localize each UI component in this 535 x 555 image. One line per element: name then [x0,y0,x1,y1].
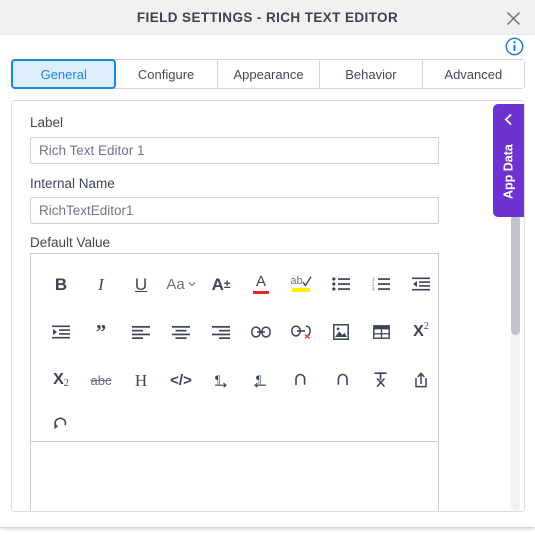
insert-table-icon[interactable] [365,316,397,348]
chevron-left-icon [493,111,524,127]
tab-advanced[interactable]: Advanced [422,60,525,88]
rtl-direction-icon[interactable]: ¶ [245,364,277,396]
underline-icon[interactable]: U [125,268,157,300]
dialog-title: FIELD SETTINGS - RICH TEXT EDITOR [136,10,399,25]
app-data-tab[interactable]: App Data [493,104,524,217]
align-left-icon[interactable] [125,316,157,348]
label-input[interactable] [30,137,439,164]
font-family-icon[interactable]: Aa [165,268,197,300]
tab-appearance[interactable]: Appearance [217,60,321,88]
text-color-icon[interactable]: A [245,268,277,300]
align-center-icon[interactable] [165,316,197,348]
field-settings-dialog: FIELD SETTINGS - RICH TEXT EDITOR Genera… [0,0,535,527]
default-value-caption: Default Value [30,235,111,250]
settings-tabstrip: General Configure Appearance Behavior Ad… [11,59,525,89]
insert-link-icon[interactable] [245,316,277,348]
undo-icon[interactable] [285,364,317,396]
decrease-indent-icon[interactable] [405,268,437,300]
bullet-list-icon[interactable] [325,268,357,300]
align-right-icon[interactable] [205,316,237,348]
svg-text:¶: ¶ [215,372,221,386]
svg-text:3: 3 [372,287,375,291]
tab-behavior[interactable]: Behavior [320,60,423,88]
heading-icon[interactable]: H [125,364,157,396]
close-icon[interactable] [499,4,527,32]
increase-indent-icon[interactable] [45,316,77,348]
clear-format-icon[interactable] [365,364,397,396]
tab-general[interactable]: General [11,59,117,89]
tab-configure[interactable]: Configure [115,60,218,88]
strikethrough-icon[interactable]: abc [85,364,117,396]
toolbar-row-1: B I U Aa A ± A ab 1 2 3 [31,260,438,308]
toolbar-row-2: ” X 2 [31,308,438,356]
rich-text-editor: B I U Aa A ± A ab 1 2 3 ” X 2 X 2 abc H … [30,253,439,511]
label-field-caption: Label [30,115,64,130]
font-size-icon[interactable]: A ± [205,268,237,300]
general-tab-panel: Label Internal Name Default Value B I [11,100,525,512]
source-code-icon[interactable]: </> [165,364,197,396]
internal-name-field-caption: Internal Name [30,176,115,191]
superscript-icon[interactable]: X 2 [405,316,437,348]
toolbar-row-3: X 2 abc H </> ¶ ¶ [31,356,438,404]
ltr-direction-icon[interactable]: ¶ [205,364,237,396]
internal-name-input[interactable] [30,197,439,224]
insert-image-icon[interactable] [325,316,357,348]
rich-text-editor-toolbar: B I U Aa A ± A ab 1 2 3 ” X 2 X 2 abc H … [31,254,438,442]
numbered-list-icon[interactable]: 1 2 3 [365,268,397,300]
blockquote-icon[interactable]: ” [85,316,117,348]
dialog-titlebar: FIELD SETTINGS - RICH TEXT EDITOR [0,0,535,35]
app-data-tab-label: App Data [501,144,516,200]
panel-scrollbar-thumb[interactable] [511,215,520,335]
loop-icon[interactable] [45,406,77,438]
panel-content: Label Internal Name Default Value B I [12,101,524,511]
info-icon[interactable] [505,37,524,56]
remove-link-icon[interactable] [285,316,317,348]
rich-text-editor-content[interactable] [31,443,438,511]
bold-icon[interactable]: B [45,268,77,300]
redo-icon[interactable] [325,364,357,396]
italic-icon[interactable]: I [85,268,117,300]
highlight-color-icon[interactable]: ab [285,268,317,300]
subscript-icon[interactable]: X 2 [45,364,77,396]
export-icon[interactable] [405,364,437,396]
